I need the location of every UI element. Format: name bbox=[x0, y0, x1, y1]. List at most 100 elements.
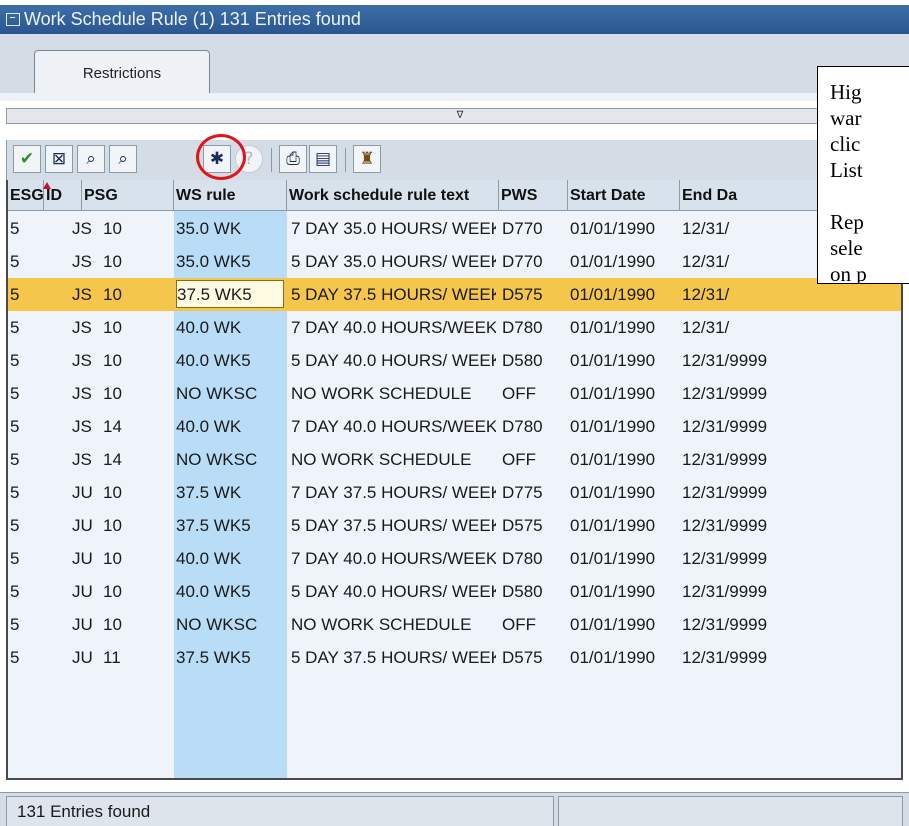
table-cell[interactable]: 10 bbox=[103, 278, 153, 311]
table-cell[interactable]: 7 DAY 37.5 HOURS/ WEEK bbox=[291, 476, 496, 509]
column-header[interactable]: PWS bbox=[499, 180, 568, 211]
table-cell[interactable]: JU bbox=[72, 509, 100, 542]
table-cell[interactable]: 5 DAY 37.5 HOURS/ WEEK bbox=[291, 509, 496, 542]
table-cell[interactable]: 35.0 WK5 bbox=[176, 245, 284, 278]
table-cell[interactable]: 01/01/1990 bbox=[570, 344, 678, 377]
table-cell[interactable]: 12/31/9999 bbox=[682, 608, 900, 641]
column-header[interactable]: Start Date bbox=[568, 180, 680, 211]
print-icon[interactable]: ⎙ bbox=[279, 145, 307, 173]
table-cell[interactable]: 40.0 WK5 bbox=[176, 575, 284, 608]
cancel-icon[interactable]: ⊠ bbox=[45, 145, 73, 173]
table-cell[interactable]: JS bbox=[72, 410, 100, 443]
table-row[interactable]: 5 JS 10 35.0 WK5 5 DAY 35.0 HOURS/ WEEK D770 0… bbox=[8, 245, 901, 278]
table-cell[interactable]: D580 bbox=[502, 575, 566, 608]
table-row[interactable]: 5 JU 10 40.0 WK5 5 DAY 40.0 HOURS/ WEEK D580 0… bbox=[8, 575, 901, 608]
table-cell[interactable]: NO WKSC bbox=[176, 608, 284, 641]
table-cell[interactable]: 01/01/1990 bbox=[570, 542, 678, 575]
table-cell[interactable]: 01/01/1990 bbox=[570, 212, 678, 245]
table-cell[interactable]: 01/01/1990 bbox=[570, 575, 678, 608]
table-cell[interactable]: 11 bbox=[103, 641, 153, 674]
table-cell[interactable]: 5 bbox=[10, 641, 40, 674]
table-cell[interactable]: 5 bbox=[10, 608, 40, 641]
table-cell[interactable]: 40.0 WK bbox=[176, 542, 284, 575]
table-cell[interactable]: D780 bbox=[502, 410, 566, 443]
table-cell[interactable]: 01/01/1990 bbox=[570, 476, 678, 509]
table-cell[interactable]: 01/01/1990 bbox=[570, 311, 678, 344]
settings-icon[interactable]: ♜ bbox=[353, 145, 381, 173]
table-cell[interactable]: 5 bbox=[10, 509, 40, 542]
table-cell[interactable]: 12/31/9999 bbox=[682, 476, 900, 509]
table-cell[interactable]: 01/01/1990 bbox=[570, 245, 678, 278]
table-cell[interactable]: JS bbox=[72, 212, 100, 245]
collapse-handle-icon[interactable]: ∇ bbox=[454, 110, 466, 122]
table-cell[interactable]: 10 bbox=[103, 245, 153, 278]
table-cell[interactable]: 01/01/1990 bbox=[570, 443, 678, 476]
column-header[interactable]: Work schedule rule text bbox=[287, 180, 499, 211]
table-cell[interactable]: 7 DAY 40.0 HOURS/WEEK bbox=[291, 410, 496, 443]
table-row[interactable]: 5 JS 10 40.0 WK 7 DAY 40.0 HOURS/WEEK D780 01/… bbox=[8, 311, 901, 344]
table-cell[interactable]: 5 bbox=[10, 377, 40, 410]
table-cell[interactable]: 10 bbox=[103, 377, 153, 410]
table-cell[interactable]: 12/31/9999 bbox=[682, 443, 900, 476]
table-cell[interactable]: D575 bbox=[502, 641, 566, 674]
table-cell[interactable]: 12/31/9999 bbox=[682, 641, 900, 674]
table-cell[interactable]: 01/01/1990 bbox=[570, 377, 678, 410]
table-cell[interactable]: 10 bbox=[103, 542, 153, 575]
table-cell[interactable]: D770 bbox=[502, 212, 566, 245]
table-cell[interactable]: 5 DAY 37.5 HOURS/ WEEK bbox=[291, 278, 496, 311]
table-cell[interactable]: 5 DAY 37.5 HOURS/ WEEK bbox=[291, 641, 496, 674]
table-cell[interactable]: JS bbox=[72, 344, 100, 377]
table-cell[interactable]: 14 bbox=[103, 410, 153, 443]
table-cell[interactable]: 14 bbox=[103, 443, 153, 476]
table-cell[interactable]: JU bbox=[72, 476, 100, 509]
table-cell[interactable]: D580 bbox=[502, 344, 566, 377]
table-cell[interactable]: 10 bbox=[103, 575, 153, 608]
table-cell[interactable]: 10 bbox=[103, 344, 153, 377]
table-cell[interactable]: NO WKSC bbox=[176, 443, 284, 476]
table-cell[interactable]: NO WORK SCHEDULE bbox=[291, 608, 496, 641]
table-cell[interactable]: 5 bbox=[10, 542, 40, 575]
table-cell[interactable]: 12/31/9999 bbox=[682, 542, 900, 575]
table-cell[interactable]: D775 bbox=[502, 476, 566, 509]
table-cell[interactable]: 01/01/1990 bbox=[570, 278, 678, 311]
table-cell[interactable]: 5 bbox=[10, 443, 40, 476]
table-cell[interactable]: 12/31/9999 bbox=[682, 575, 900, 608]
table-row[interactable]: 5 JU 11 37.5 WK5 5 DAY 37.5 HOURS/ WEEK D575 0… bbox=[8, 641, 901, 674]
table-cell[interactable]: 01/01/1990 bbox=[570, 410, 678, 443]
table-cell[interactable]: JS bbox=[72, 278, 100, 311]
table-cell[interactable]: JS bbox=[72, 245, 100, 278]
table-cell[interactable]: 5 DAY 40.0 HOURS/ WEEK bbox=[291, 344, 496, 377]
table-cell[interactable]: 40.0 WK bbox=[176, 311, 284, 344]
table-cell[interactable]: NO WORK SCHEDULE bbox=[291, 443, 496, 476]
table-cell[interactable]: JU bbox=[72, 542, 100, 575]
table-cell[interactable]: OFF bbox=[502, 608, 566, 641]
table-cell[interactable]: 5 bbox=[10, 212, 40, 245]
table-row[interactable]: 5 JS 10 40.0 WK5 5 DAY 40.0 HOURS/ WEEK D580 0… bbox=[8, 344, 901, 377]
table-cell[interactable]: 5 DAY 40.0 HOURS/ WEEK bbox=[291, 575, 496, 608]
table-cell[interactable]: 5 bbox=[10, 410, 40, 443]
table-row[interactable]: 5 JU 10 37.5 WK 7 DAY 37.5 HOURS/ WEEK D775 01… bbox=[8, 476, 901, 509]
table-cell[interactable]: 10 bbox=[103, 476, 153, 509]
table-cell[interactable]: D780 bbox=[502, 311, 566, 344]
table-cell[interactable]: 10 bbox=[103, 311, 153, 344]
find-icon[interactable]: ⌕ bbox=[77, 145, 105, 173]
checkmark-icon[interactable]: ✔ bbox=[13, 145, 41, 173]
table-cell[interactable]: 10 bbox=[103, 608, 153, 641]
table-cell[interactable]: NO WKSC bbox=[176, 377, 284, 410]
table-cell[interactable]: 5 bbox=[10, 278, 40, 311]
table-cell[interactable]: 7 DAY 40.0 HOURS/WEEK bbox=[291, 311, 496, 344]
table-cell[interactable]: 01/01/1990 bbox=[570, 641, 678, 674]
table-cell[interactable]: 37.5 WK5 bbox=[176, 509, 284, 542]
column-header[interactable]: PSG bbox=[82, 180, 174, 211]
table-row[interactable]: 5 JU 10 NO WKSC NO WORK SCHEDULE OFF 01/01/199… bbox=[8, 608, 901, 641]
table-row[interactable]: 5 JS 10 37.5 WK5 5 DAY 37.5 HOURS/ WEEK D575 0… bbox=[8, 278, 901, 311]
table-cell[interactable]: 12/31/9999 bbox=[682, 344, 900, 377]
table-cell[interactable]: 01/01/1990 bbox=[570, 509, 678, 542]
table-row[interactable]: 5 JU 10 37.5 WK5 5 DAY 37.5 HOURS/ WEEK D575 0… bbox=[8, 509, 901, 542]
table-cell[interactable]: JU bbox=[72, 575, 100, 608]
table-cell[interactable]: JU bbox=[72, 608, 100, 641]
table-row[interactable]: 5 JU 10 40.0 WK 7 DAY 40.0 HOURS/WEEK D780 01/… bbox=[8, 542, 901, 575]
column-header[interactable]: ESG bbox=[8, 180, 44, 211]
table-cell[interactable]: 35.0 WK bbox=[176, 212, 284, 245]
table-row[interactable]: 5 JS 10 35.0 WK 7 DAY 35.0 HOURS/ WEEK D770 01… bbox=[8, 212, 901, 245]
